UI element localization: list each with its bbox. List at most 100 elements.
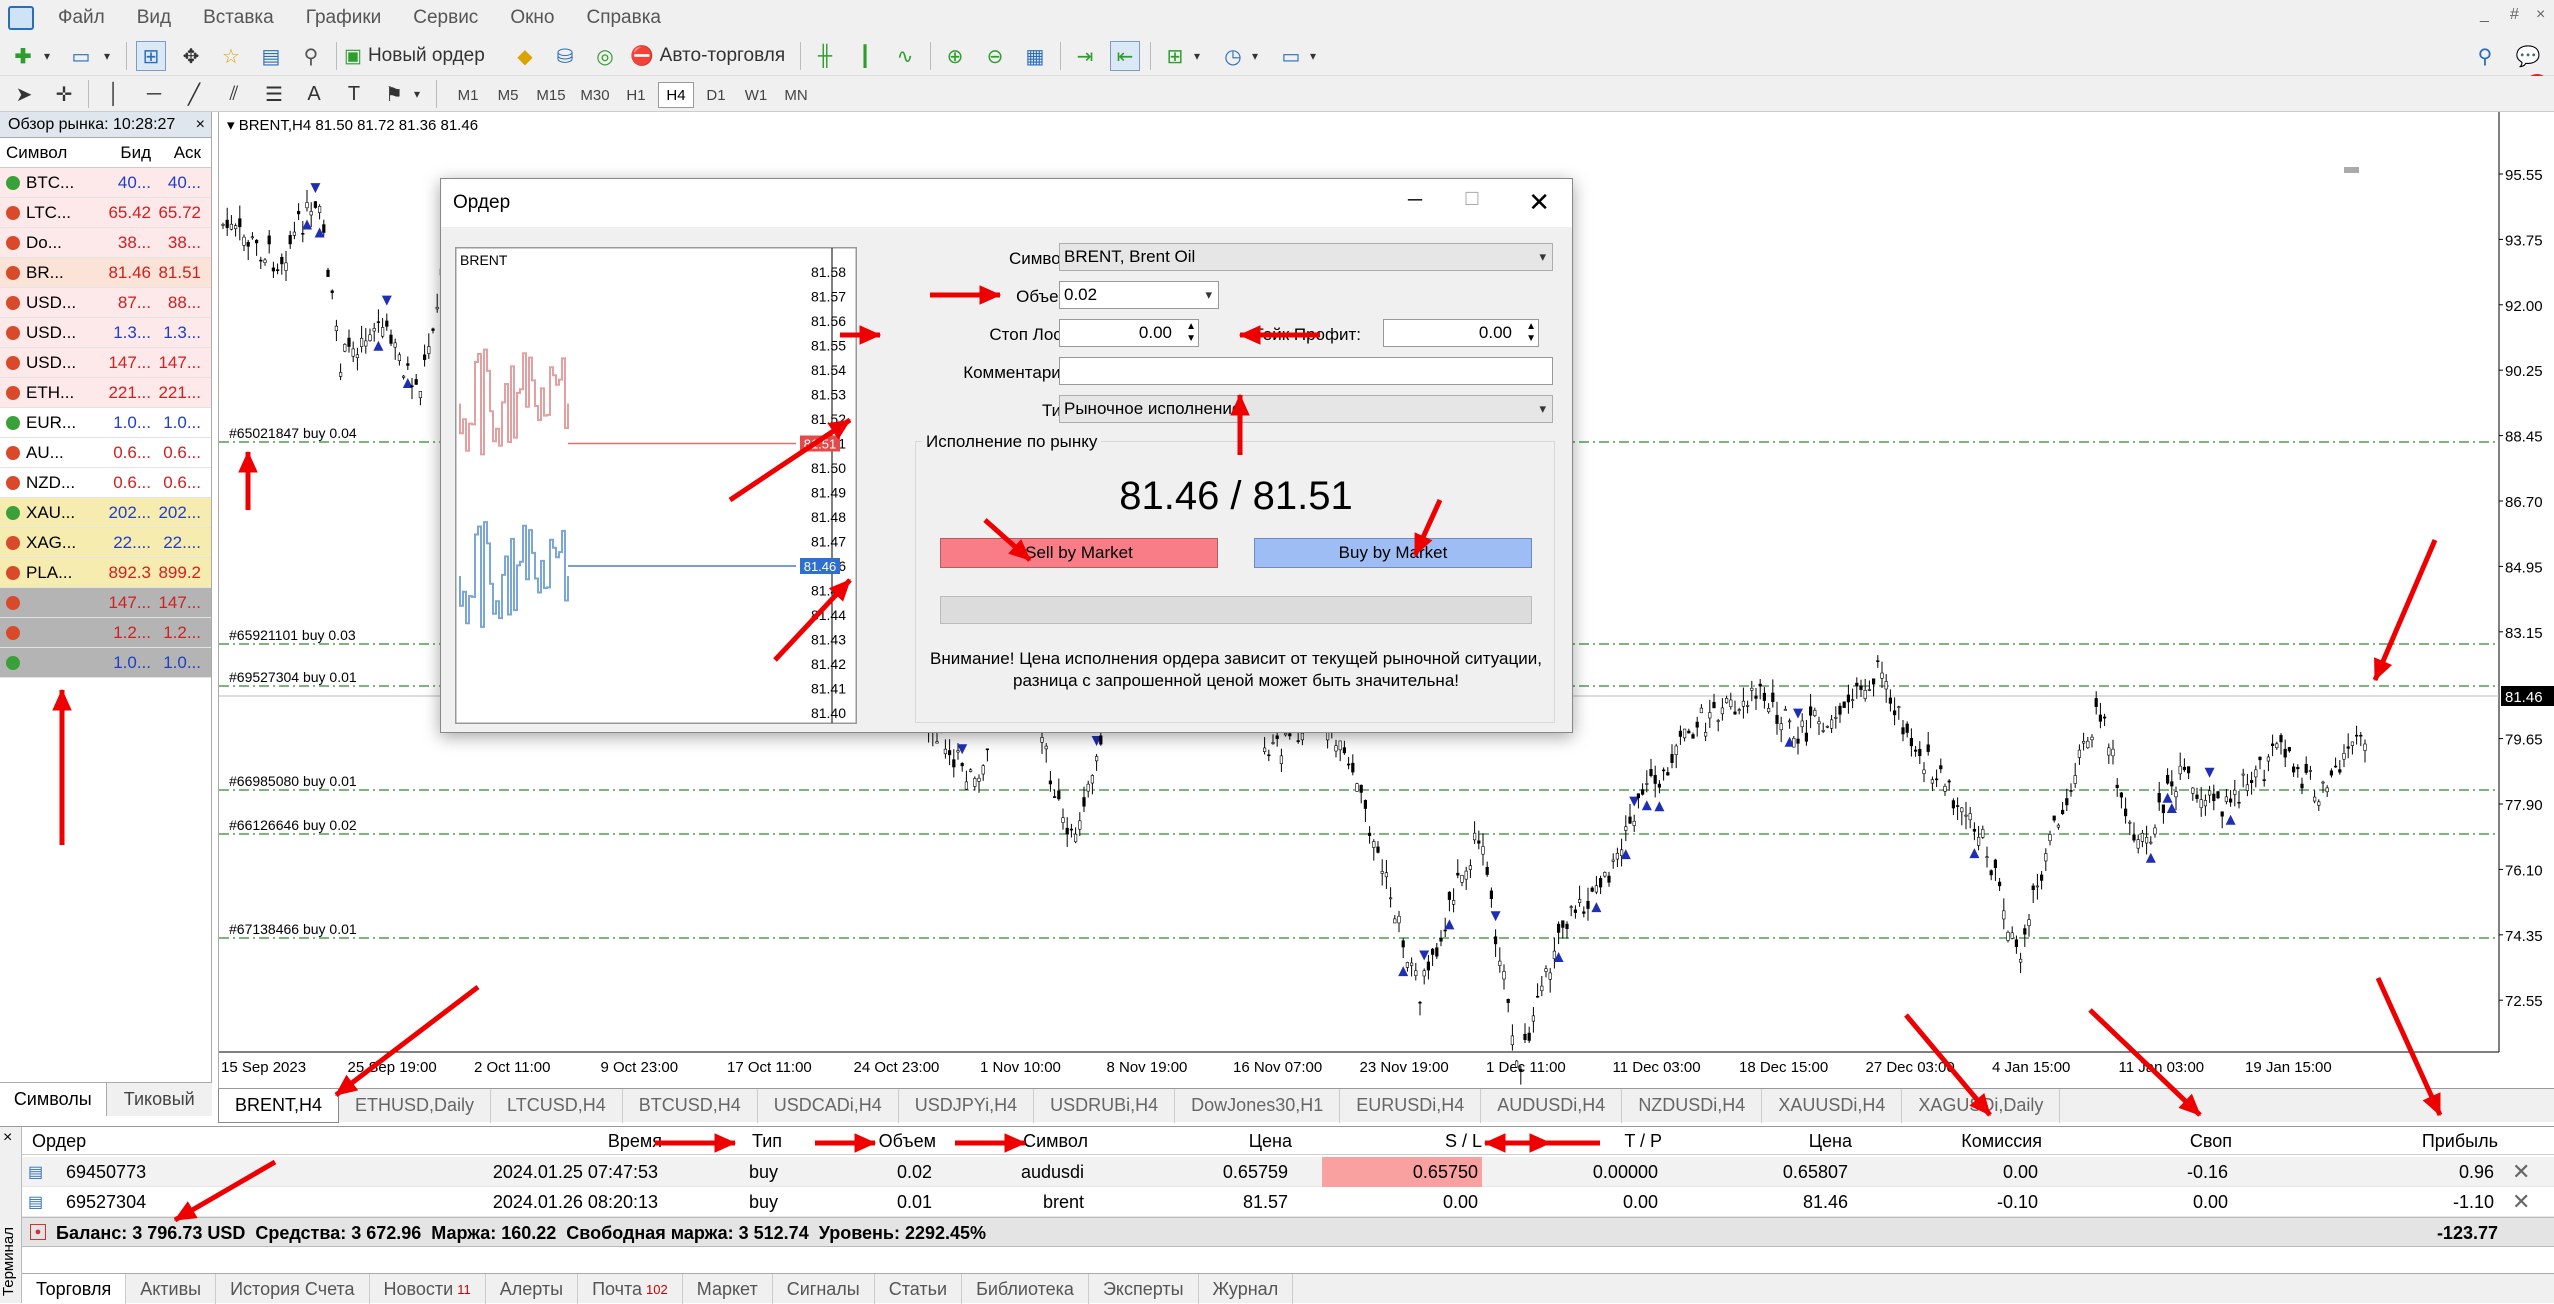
close-icon[interactable]: × bbox=[2536, 6, 2545, 24]
text-icon[interactable]: A bbox=[300, 80, 328, 108]
terminal-tab[interactable]: Статьи bbox=[875, 1274, 963, 1304]
vertical-line-icon[interactable]: │ bbox=[100, 80, 128, 108]
terminal-tab[interactable]: Почта 102 bbox=[578, 1274, 683, 1304]
market-watch-toggle-icon[interactable]: ⊞ bbox=[136, 41, 166, 71]
terminal-tab[interactable]: Активы bbox=[126, 1274, 217, 1304]
terminal-tab[interactable]: Новости 11 bbox=[370, 1274, 486, 1304]
terminal-tab[interactable]: Библиотека bbox=[962, 1274, 1089, 1304]
market-watch-row[interactable]: Do... 38... 38... bbox=[0, 228, 211, 258]
navigator-icon[interactable]: ✥ bbox=[176, 42, 206, 70]
take-profit-input[interactable]: 0.00 ▲ ▼ bbox=[1383, 319, 1539, 347]
col-ask[interactable]: Аск bbox=[155, 143, 205, 163]
chart-tab[interactable]: XAUUSDi,H4 bbox=[1762, 1088, 1903, 1123]
restore-icon[interactable]: # bbox=[2510, 6, 2519, 24]
col-price[interactable]: Цена bbox=[1122, 1127, 1292, 1155]
text-label-icon[interactable]: T bbox=[340, 80, 368, 108]
dropdown-arrow-icon[interactable]: ▾ bbox=[1306, 42, 1320, 70]
tf-d1[interactable]: D1 bbox=[698, 82, 734, 108]
col-volume[interactable]: Объем bbox=[822, 1127, 936, 1155]
symbol-select[interactable]: BRENT, Brent Oil ▾ bbox=[1059, 243, 1553, 271]
shapes-icon[interactable]: ⚑ bbox=[380, 80, 408, 108]
menu-tools[interactable]: Сервис bbox=[397, 7, 494, 29]
line-chart-icon[interactable]: ∿ bbox=[890, 42, 920, 70]
sell-by-market-button[interactable]: Sell by Market bbox=[940, 538, 1218, 568]
col-type[interactable]: Тип bbox=[722, 1127, 782, 1155]
close-position-icon[interactable]: ✕ bbox=[2512, 1187, 2530, 1217]
tab-tick[interactable]: Тиковый bbox=[107, 1083, 213, 1116]
market-watch-row[interactable]: 147... 147... bbox=[0, 588, 211, 618]
dropdown-arrow-icon[interactable]: ▾ bbox=[40, 42, 54, 70]
close-icon[interactable]: ✕ bbox=[1528, 187, 1550, 218]
indicators-icon[interactable]: ⊞ bbox=[1160, 42, 1190, 70]
position-row[interactable]: ▤ 69450773 2024.01.25 07:47:53 buy 0.02 audus… bbox=[22, 1157, 2554, 1187]
data-window-icon[interactable]: ▤ bbox=[256, 42, 286, 70]
close-icon[interactable]: × bbox=[3, 1129, 12, 1147]
tf-m30[interactable]: M30 bbox=[574, 82, 616, 108]
menu-charts[interactable]: Графики bbox=[290, 7, 398, 29]
col-symbol[interactable]: Символ bbox=[982, 1127, 1088, 1155]
crosshair-icon[interactable]: ✛ bbox=[50, 80, 78, 108]
market-watch-row[interactable]: 1.2... 1.2... bbox=[0, 618, 211, 648]
close-icon[interactable]: × bbox=[196, 116, 205, 134]
terminal-tab[interactable]: Эксперты bbox=[1089, 1274, 1199, 1304]
chart-tab[interactable]: XAGUSDi,Daily bbox=[1902, 1088, 2061, 1123]
market-watch-row[interactable]: XAG... 22.... 22.... bbox=[0, 528, 211, 558]
close-position-icon[interactable]: ✕ bbox=[2512, 1157, 2530, 1187]
autotrading-button[interactable]: ⛔ Авто-торговля bbox=[630, 41, 800, 71]
tf-m5[interactable]: M5 bbox=[490, 82, 526, 108]
menu-view[interactable]: Вид bbox=[121, 7, 187, 29]
tf-m15[interactable]: M15 bbox=[530, 82, 572, 108]
zoom-out-icon[interactable]: ⊖ bbox=[980, 42, 1010, 70]
tf-mn[interactable]: MN bbox=[778, 82, 814, 108]
col-profit[interactable]: Прибыль bbox=[2362, 1127, 2498, 1155]
maximize-icon[interactable]: ☐ bbox=[1464, 189, 1480, 210]
stop-loss-input[interactable]: 0.00 ▲ ▼ bbox=[1059, 319, 1199, 347]
terminal-tab[interactable]: Маркет bbox=[683, 1274, 773, 1304]
chart-tab[interactable]: BRENT,H4 bbox=[218, 1088, 340, 1123]
terminal-tab[interactable]: История Счета bbox=[216, 1274, 370, 1304]
col-bid[interactable]: Бид bbox=[105, 143, 155, 163]
chart-tab[interactable]: AUDUSDi,H4 bbox=[1481, 1088, 1623, 1123]
terminal-tab[interactable]: Торговля bbox=[22, 1274, 127, 1304]
col-symbol[interactable]: Символ bbox=[0, 143, 105, 163]
tab-symbols[interactable]: Символы bbox=[0, 1083, 107, 1116]
tf-h1[interactable]: H1 bbox=[618, 82, 654, 108]
volume-combo[interactable]: 0.02 ▾ bbox=[1059, 281, 1219, 309]
dropdown-arrow-icon[interactable]: ▾ bbox=[410, 80, 424, 108]
market-watch-row[interactable]: PLA... 892.3 899.2 bbox=[0, 558, 211, 588]
terminal-tab[interactable]: Алерты bbox=[486, 1274, 579, 1304]
candlestick-icon[interactable]: ┃ bbox=[850, 42, 880, 70]
chat-icon[interactable]: 💬 bbox=[2510, 40, 2546, 72]
market-watch-row[interactable]: BTC... 40... 40... bbox=[0, 168, 211, 198]
col-time[interactable]: Время bbox=[542, 1127, 662, 1155]
search-icon[interactable]: ⚲ bbox=[2470, 42, 2500, 70]
market-watch-row[interactable]: EUR... 1.0... 1.0... bbox=[0, 408, 211, 438]
col-current-price[interactable]: Цена bbox=[1722, 1127, 1852, 1155]
horizontal-line-icon[interactable]: ─ bbox=[140, 80, 168, 108]
zoom-in-icon[interactable]: ⊕ bbox=[940, 42, 970, 70]
dropdown-arrow-icon[interactable]: ▾ bbox=[100, 42, 114, 70]
col-order[interactable]: Ордер bbox=[32, 1127, 86, 1155]
tf-m1[interactable]: M1 bbox=[450, 82, 486, 108]
market-watch-row[interactable]: LTC... 65.42 65.72 bbox=[0, 198, 211, 228]
favorites-star-icon[interactable]: ☆ bbox=[216, 42, 246, 70]
strategy-tester-icon[interactable]: ⚲ bbox=[296, 42, 326, 70]
col-tp[interactable]: T / P bbox=[1522, 1127, 1662, 1155]
profiles-icon[interactable]: ▭ bbox=[66, 42, 96, 70]
templates-icon[interactable]: ▭ bbox=[1276, 42, 1306, 70]
col-sl[interactable]: S / L bbox=[1322, 1127, 1482, 1155]
dropdown-arrow-icon[interactable]: ▾ bbox=[1248, 42, 1262, 70]
market-watch-row[interactable]: NZD... 0.6... 0.6... bbox=[0, 468, 211, 498]
spin-icon[interactable]: ▲ ▼ bbox=[1526, 321, 1536, 345]
bar-chart-icon[interactable]: ╫ bbox=[810, 42, 840, 70]
tf-h4[interactable]: H4 bbox=[658, 82, 694, 108]
market-watch-row[interactable]: XAU... 202... 202... bbox=[0, 498, 211, 528]
chart-tab[interactable]: USDJPYi,H4 bbox=[899, 1088, 1035, 1123]
spin-icon[interactable]: ▲ ▼ bbox=[1186, 321, 1196, 345]
new-chart-icon[interactable]: ✚ bbox=[8, 42, 38, 70]
cursor-icon[interactable]: ➤ bbox=[10, 80, 38, 108]
fibonacci-icon[interactable]: ☰ bbox=[260, 80, 288, 108]
menu-file[interactable]: Файл bbox=[42, 7, 121, 29]
tf-w1[interactable]: W1 bbox=[738, 82, 774, 108]
buy-by-market-button[interactable]: Buy by Market bbox=[1254, 538, 1532, 568]
